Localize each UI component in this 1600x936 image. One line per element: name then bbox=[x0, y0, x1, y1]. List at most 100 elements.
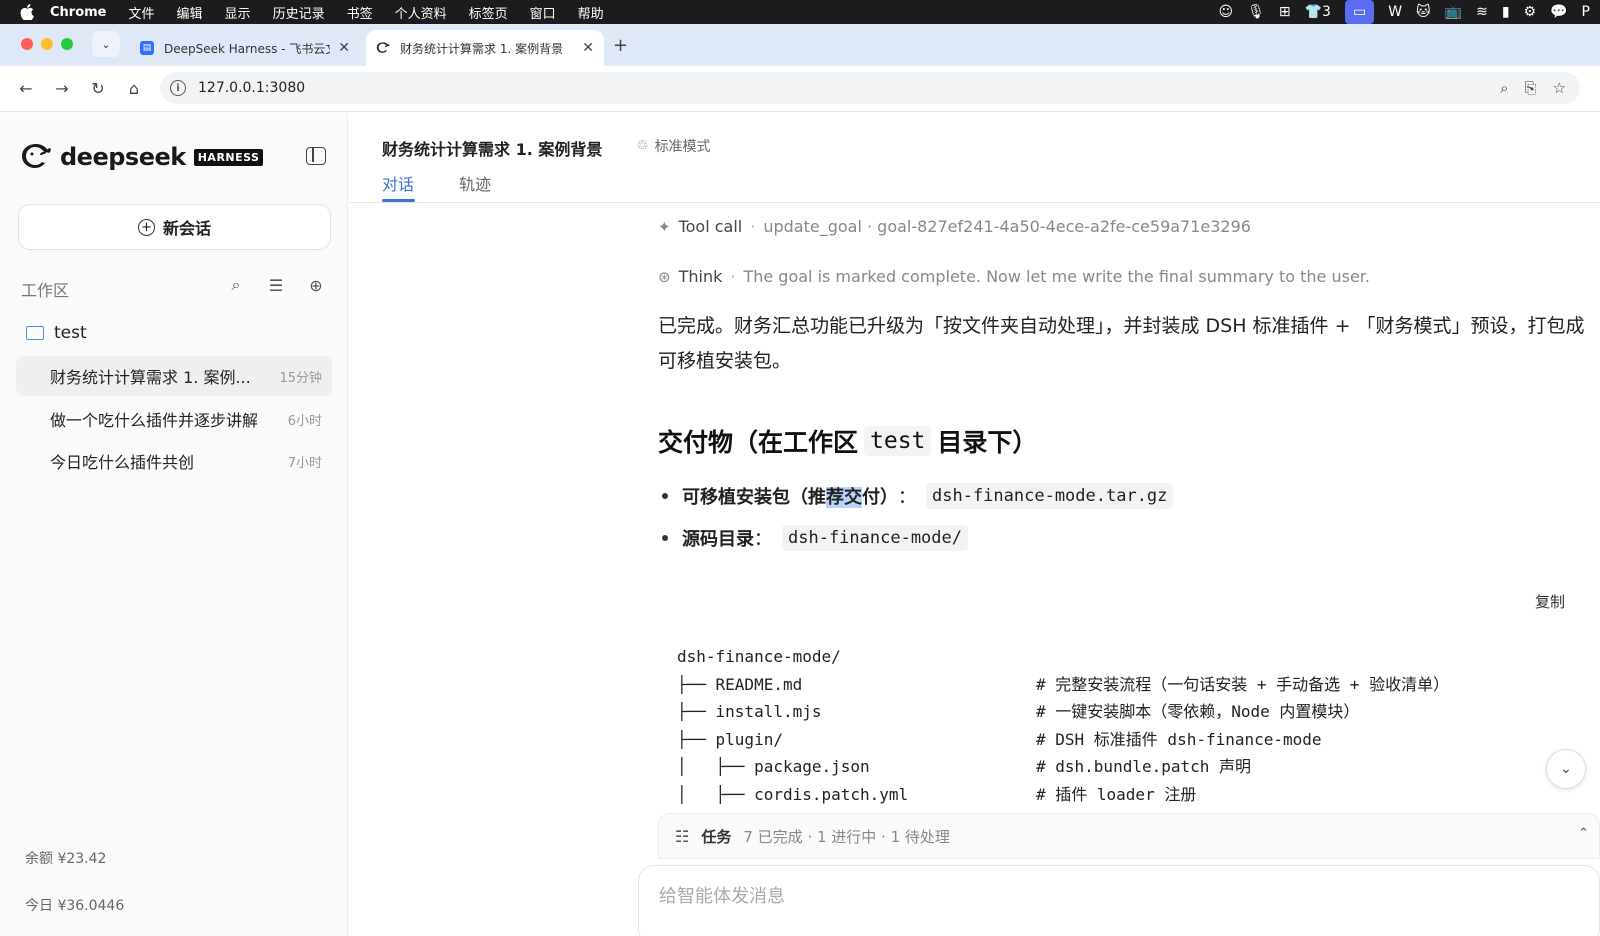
menu-window[interactable]: 窗口 bbox=[530, 3, 556, 22]
address-bar[interactable]: i 127.0.0.1:3080 ⌕ ⎘ ☆ bbox=[160, 72, 1580, 104]
menu-view[interactable]: 显示 bbox=[225, 3, 251, 22]
menu-tabs[interactable]: 标签页 bbox=[469, 3, 508, 22]
home-icon[interactable]: ⌂ bbox=[124, 79, 144, 99]
tab-search-chevron-icon[interactable]: ⌄ bbox=[92, 31, 120, 57]
bookmark-star-icon[interactable]: ☆ bbox=[1553, 79, 1566, 97]
shirt-icon[interactable]: 👕3 bbox=[1305, 0, 1331, 24]
emoji-icon[interactable]: ☺ bbox=[1218, 0, 1233, 24]
browser-tab-active[interactable]: 财务统计计算需求 1. 案例背景 ✕ bbox=[366, 30, 604, 66]
bullet-label: 可移植安装包（推荐交付） bbox=[682, 487, 898, 508]
conversation-title: 做一个吃什么插件并逐步讲解 bbox=[50, 411, 259, 430]
w-app-icon[interactable]: W bbox=[1388, 0, 1402, 24]
openai-icon[interactable]: ⚙ bbox=[1524, 0, 1537, 24]
new-folder-icon[interactable]: ⊕ bbox=[306, 275, 326, 295]
tab-close-icon[interactable]: ✕ bbox=[582, 40, 594, 56]
menu-history[interactable]: 历史记录 bbox=[273, 3, 325, 22]
message-input[interactable] bbox=[659, 886, 1559, 907]
bullet-code: dsh-finance-mode.tar.gz bbox=[926, 483, 1174, 509]
mode-label: 标准模式 bbox=[654, 139, 711, 155]
menu-help[interactable]: 帮助 bbox=[578, 3, 604, 22]
browser-tab-feishu[interactable]: ▤ DeepSeek Harness - 飞书云文 ✕ bbox=[130, 30, 360, 66]
filter-sliders-icon[interactable]: ☰ bbox=[266, 275, 286, 295]
screen-share-icon[interactable]: ▭ bbox=[1344, 0, 1375, 24]
scroll-down-button[interactable]: ⌄ bbox=[1546, 749, 1586, 789]
menu-file[interactable]: 文件 bbox=[129, 3, 155, 22]
folder-icon bbox=[26, 326, 44, 340]
tab-trace[interactable]: 轨迹 bbox=[459, 171, 491, 195]
p-app-icon[interactable]: P bbox=[1582, 0, 1590, 24]
code-line: ├── README.md # 完整安装流程（一句话安装 + 手动备选 + 验收清… bbox=[677, 674, 1450, 694]
forward-arrow-icon[interactable]: → bbox=[52, 79, 72, 99]
stack-app-icon[interactable]: ≋ bbox=[1476, 0, 1488, 24]
task-label: 任务 bbox=[701, 827, 732, 846]
conversation-time: 15分钟 bbox=[279, 370, 322, 386]
browser-tab-bar: ⌄ ▤ DeepSeek Harness - 飞书云文 ✕ 财务统计计算需求 1… bbox=[0, 24, 1600, 66]
task-list-icon: ☷ bbox=[675, 826, 690, 846]
microphone-icon[interactable]: 🎙 bbox=[1247, 0, 1265, 24]
summary-paragraph: 已完成。财务汇总功能已升级为「按文件夹自动处理」，并封装成 DSH 标准插件 +… bbox=[658, 315, 1585, 372]
reload-icon[interactable]: ↻ bbox=[88, 79, 108, 99]
menu-edit[interactable]: 编辑 bbox=[177, 3, 203, 22]
task-summary: 7 已完成 · 1 进行中 · 1 待处理 bbox=[743, 827, 950, 846]
text-selection-highlight: 荐交 bbox=[826, 487, 862, 508]
think-line[interactable]: ⊛ Think · The goal is marked complete. N… bbox=[658, 267, 1370, 286]
code-line: ├── plugin/# DSH 标准插件 dsh-finance-mode bbox=[677, 729, 1322, 749]
list-item: 可移植安装包（推荐交付）： dsh-finance-mode.tar.gz bbox=[658, 483, 1174, 509]
think-value: The goal is marked complete. Now let me … bbox=[743, 267, 1370, 286]
brain-icon: ⊛ bbox=[658, 267, 671, 286]
page-title: 财务统计计算需求 1. 案例背景 bbox=[382, 140, 603, 159]
brand-badge: HARNESS bbox=[193, 148, 264, 166]
install-app-icon[interactable]: ⎘ bbox=[1525, 79, 1537, 97]
workspace-label: 工作区 bbox=[21, 281, 70, 300]
conversation-item[interactable]: 今日吃什么插件共创 7小时 bbox=[16, 441, 332, 481]
window-close-button[interactable] bbox=[21, 38, 33, 50]
shirt-badge-count: 3 bbox=[1322, 4, 1331, 20]
battery-app-icon[interactable]: ▮ bbox=[1502, 0, 1510, 24]
tab-close-icon[interactable]: ✕ bbox=[338, 40, 350, 56]
menu-profiles[interactable]: 个人资料 bbox=[395, 3, 447, 22]
apple-icon[interactable] bbox=[20, 4, 36, 20]
today-spend-text: 今日 ¥36.0446 bbox=[25, 898, 125, 914]
bullet-label: 源码目录 bbox=[682, 529, 754, 550]
address-bar-actions: ⌕ ⎘ ☆ bbox=[1484, 72, 1566, 104]
back-arrow-icon[interactable]: ← bbox=[16, 79, 36, 99]
copy-code-button[interactable]: 复制 bbox=[1535, 591, 1565, 612]
brand-logo[interactable]: deepseek HARNESS bbox=[20, 143, 264, 171]
workspace-folder-test[interactable]: test bbox=[26, 323, 87, 343]
chevron-up-icon[interactable]: ⌃ bbox=[1578, 826, 1589, 841]
cat-app-icon[interactable]: 🐱 bbox=[1416, 0, 1431, 24]
site-info-icon[interactable]: i bbox=[170, 80, 186, 96]
task-progress-bar[interactable]: ☷ 任务 7 已完成 · 1 进行中 · 1 待处理 ⌃ bbox=[658, 813, 1600, 859]
window-zoom-button[interactable] bbox=[61, 38, 73, 50]
message-composer bbox=[638, 865, 1600, 936]
bullet-dot bbox=[662, 535, 668, 541]
conversation-title: 财务统计计算需求 1. 案例... bbox=[50, 368, 251, 387]
tab-chat[interactable]: 对话 bbox=[382, 171, 414, 195]
conversation-item[interactable]: 做一个吃什么插件并逐步讲解 6小时 bbox=[16, 399, 332, 439]
conversation-item[interactable]: 财务统计计算需求 1. 案例... 15分钟 bbox=[16, 356, 332, 396]
window-minimize-button[interactable] bbox=[41, 38, 53, 50]
new-chat-label: 新会话 bbox=[162, 219, 211, 238]
tv-app-icon[interactable]: 📺 bbox=[1445, 0, 1462, 24]
address-url[interactable]: 127.0.0.1:3080 bbox=[198, 80, 305, 96]
conversation-title: 今日吃什么插件共创 bbox=[50, 453, 195, 472]
new-chat-button[interactable]: + 新会话 bbox=[18, 204, 331, 250]
chat-bubble-icon[interactable]: 💬 bbox=[1550, 0, 1567, 24]
grid-app-icon[interactable]: ⊞ bbox=[1279, 0, 1291, 24]
code-line: dsh-finance-mode/ bbox=[677, 647, 841, 666]
bullet-code: dsh-finance-mode/ bbox=[782, 525, 968, 551]
browser-toolbar: ← → ↻ ⌂ i 127.0.0.1:3080 ⌕ ⎘ ☆ bbox=[0, 66, 1600, 112]
deliverables-heading: 交付物（在工作区 test 目录下） bbox=[658, 423, 1037, 459]
new-tab-plus-icon[interactable]: + bbox=[613, 35, 628, 56]
menu-bookmarks[interactable]: 书签 bbox=[347, 3, 373, 22]
menu-chrome[interactable]: Chrome bbox=[50, 5, 107, 20]
think-label: Think bbox=[678, 267, 723, 286]
sparkle-icon: ✦ bbox=[658, 217, 671, 236]
mode-selector[interactable]: ♲ 标准模式 bbox=[636, 136, 711, 156]
sidebar-toggle-icon[interactable] bbox=[306, 147, 326, 165]
tool-call-line[interactable]: ✦ Tool call · update_goal · goal-827ef24… bbox=[658, 217, 1251, 236]
zoom-icon[interactable]: ⌕ bbox=[1500, 79, 1508, 97]
active-tab-underline bbox=[382, 199, 415, 202]
search-icon[interactable]: ⌕ bbox=[226, 275, 246, 295]
deepseek-favicon-icon bbox=[376, 41, 390, 55]
